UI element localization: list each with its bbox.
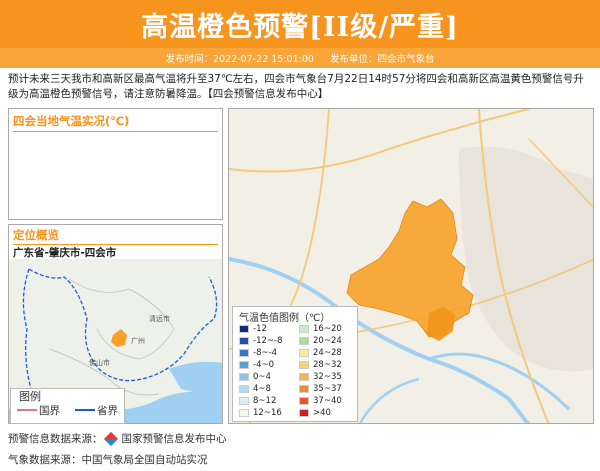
legend-item: 28~32 <box>299 359 342 370</box>
legend-item: 35~37 <box>299 383 342 394</box>
warning-center-logo-icon <box>103 431 118 446</box>
legend-swatch <box>239 384 249 393</box>
legend-item: -12 <box>239 323 267 334</box>
legend-item: >40 <box>299 407 331 418</box>
meta-bar: 发布时间：2022-07-22 15:01:00 发布单位：四会市气象台 <box>0 48 600 68</box>
legend-item: 0~4 <box>239 371 271 382</box>
legend-item: 12~16 <box>239 407 282 418</box>
temperature-panel: 四会当地气温实况(℃) <box>8 108 223 220</box>
legend-swatch <box>239 396 249 405</box>
legend-swatch <box>299 384 309 393</box>
warning-source-label: 预警信息数据来源： <box>8 433 103 445</box>
legend-swatch <box>299 336 309 345</box>
legend-swatch <box>299 408 309 417</box>
legend-item: 16~20 <box>299 323 342 334</box>
legend-item: -12~-8 <box>239 335 282 346</box>
legend-item: 4~8 <box>239 383 271 394</box>
legend-item: 32~35 <box>299 371 342 382</box>
legend-swatch <box>239 372 249 381</box>
legend-swatch <box>239 360 249 369</box>
warning-title: 高温橙色预警[II级/严重] <box>141 11 459 43</box>
warning-source-line: 预警信息数据来源： 国家预警信息发布中心 <box>8 431 227 446</box>
legend-swatch <box>299 360 309 369</box>
legend-item: -4~0 <box>239 359 274 370</box>
national-border-label: 国界 <box>39 405 60 417</box>
divider <box>13 131 218 132</box>
map-label-guangzhou: 广州 <box>131 336 145 345</box>
map-label-qingyuan: 清远市 <box>149 314 170 323</box>
temperature-panel-title: 四会当地气温实况(℃) <box>13 114 130 128</box>
publisher: 发布单位：四会市气象台 <box>329 54 435 65</box>
provincial-border-label: 省界 <box>97 405 118 417</box>
legend-swatch <box>299 348 309 357</box>
temperature-color-legend: 气温色值图例（℃） -12 -12~-8 -8~-4 -4~0 0~4 4~8 … <box>232 306 358 422</box>
boundary-legend: 图例 国界 省界 <box>10 388 125 424</box>
warning-source-value: 国家预警信息发布中心 <box>121 433 227 445</box>
warning-banner: 高温橙色预警[II级/严重] <box>0 0 600 48</box>
legend-item: 8~12 <box>239 395 276 406</box>
legend-swatch <box>239 336 249 345</box>
provincial-border-swatch <box>75 409 95 411</box>
location-path: 广东省-肇庆市-四会市 <box>13 247 117 259</box>
national-border-swatch <box>17 409 37 411</box>
publish-time: 发布时间：2022-07-22 15:01:00 <box>165 54 314 65</box>
legend-swatch <box>299 372 309 381</box>
map-label-foshan: 佛山市 <box>89 358 110 367</box>
legend-swatch <box>239 324 249 333</box>
boundary-legend-title: 图例 <box>19 390 41 403</box>
weather-data-source: 气象数据来源：中国气象局全国自动站实况 <box>8 454 208 466</box>
color-legend-title: 气温色值图例（℃） <box>239 313 331 324</box>
legend-swatch <box>239 348 249 357</box>
legend-swatch <box>239 408 249 417</box>
legend-item: 24~28 <box>299 347 342 358</box>
legend-swatch <box>299 396 309 405</box>
warning-notice: 预计未来三天我市和高新区最高气温将升至37℃左右，四会市气象台7月22日14时5… <box>8 73 584 100</box>
legend-swatch <box>299 324 309 333</box>
legend-item: 20~24 <box>299 335 342 346</box>
legend-item: 37~40 <box>299 395 342 406</box>
legend-item: -8~-4 <box>239 347 277 358</box>
